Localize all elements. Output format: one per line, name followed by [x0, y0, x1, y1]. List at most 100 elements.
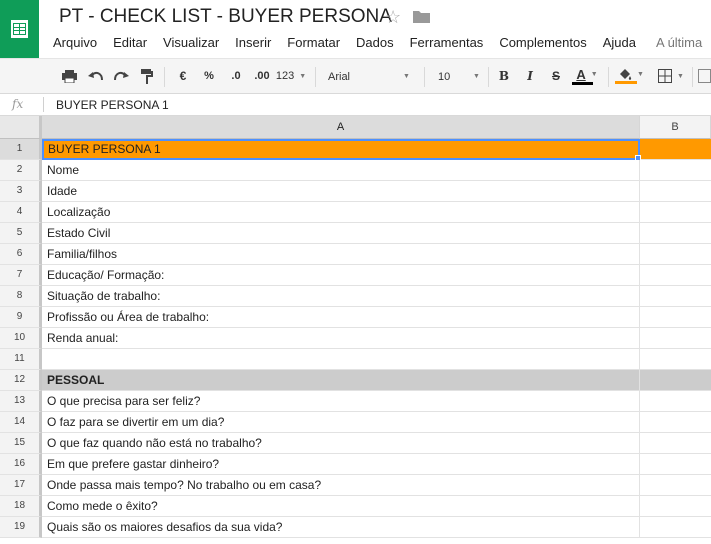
- menu-visualizar[interactable]: Visualizar: [161, 35, 221, 50]
- folder-icon[interactable]: [413, 10, 430, 28]
- menu-dados[interactable]: Dados: [354, 35, 396, 50]
- more-formats-dropdown[interactable]: 123 ▼: [276, 66, 306, 86]
- cell-a[interactable]: Idade: [42, 181, 640, 202]
- menu-ajuda[interactable]: Ajuda: [601, 35, 638, 50]
- table-row: 2 Nome: [0, 160, 711, 181]
- menu-editar[interactable]: Editar: [111, 35, 149, 50]
- column-header-a[interactable]: A: [42, 116, 640, 139]
- row-header[interactable]: 16: [0, 454, 42, 475]
- row-header[interactable]: 3: [0, 181, 42, 202]
- cell-b[interactable]: [640, 496, 711, 517]
- toolbar: € % .0 .00 123 ▼ Arial ▼ 10 ▼ B I S A ▼ ▼ ▼: [0, 58, 711, 94]
- decrease-decimals-button[interactable]: .0: [226, 66, 246, 86]
- cell-a[interactable]: Renda anual:: [42, 328, 640, 349]
- cell-a[interactable]: Estado Civil: [42, 223, 640, 244]
- row-header[interactable]: 19: [0, 517, 42, 538]
- cell-a[interactable]: PESSOAL: [42, 370, 640, 391]
- row-header[interactable]: 13: [0, 391, 42, 412]
- menu-inserir[interactable]: Inserir: [233, 35, 273, 50]
- cell-b[interactable]: [640, 307, 711, 328]
- cell-b[interactable]: [640, 202, 711, 223]
- row-header[interactable]: 6: [0, 244, 42, 265]
- text-color-button[interactable]: A ▼: [570, 66, 604, 86]
- menu-ferramentas[interactable]: Ferramentas: [408, 35, 486, 50]
- row-header[interactable]: 1: [0, 139, 42, 160]
- menu-arquivo[interactable]: Arquivo: [51, 35, 99, 50]
- cell-a[interactable]: O que precisa para ser feliz?: [42, 391, 640, 412]
- row-header[interactable]: 12: [0, 370, 42, 391]
- cell-b[interactable]: [640, 349, 711, 370]
- font-size-dropdown[interactable]: 10 ▼: [438, 66, 480, 87]
- redo-icon[interactable]: [111, 66, 131, 86]
- cell-a[interactable]: Onde passa mais tempo? No trabalho ou em…: [42, 475, 640, 496]
- cell-b[interactable]: [640, 412, 711, 433]
- cell-a[interactable]: Quais são os maiores desafios da sua vid…: [42, 517, 640, 538]
- increase-decimals-button[interactable]: .00: [251, 66, 273, 86]
- cell-a[interactable]: Situação de trabalho:: [42, 286, 640, 307]
- row-header[interactable]: 4: [0, 202, 42, 223]
- table-row: 5 Estado Civil: [0, 223, 711, 244]
- star-icon[interactable]: ☆: [385, 7, 401, 28]
- cell-a[interactable]: Localização: [42, 202, 640, 223]
- cell-b[interactable]: [640, 160, 711, 181]
- last-edit-link[interactable]: A última: [654, 35, 704, 50]
- row-header[interactable]: 18: [0, 496, 42, 517]
- cell-a[interactable]: BUYER PERSONA 1: [42, 139, 640, 160]
- row-header[interactable]: 5: [0, 223, 42, 244]
- row-header[interactable]: 9: [0, 307, 42, 328]
- row-header[interactable]: 15: [0, 433, 42, 454]
- cell-a[interactable]: O que faz quando não está no trabalho?: [42, 433, 640, 454]
- undo-icon[interactable]: [85, 66, 105, 86]
- row-header[interactable]: 14: [0, 412, 42, 433]
- menu-formatar[interactable]: Formatar: [285, 35, 342, 50]
- row-header[interactable]: 17: [0, 475, 42, 496]
- cell-b[interactable]: [640, 370, 711, 391]
- row-header[interactable]: 2: [0, 160, 42, 181]
- cell-b[interactable]: [640, 223, 711, 244]
- cell-b[interactable]: [640, 454, 711, 475]
- cell-a[interactable]: Em que prefere gastar dinheiro?: [42, 454, 640, 475]
- menu-complementos[interactable]: Complementos: [497, 35, 588, 50]
- cell-a[interactable]: Nome: [42, 160, 640, 181]
- strikethrough-button[interactable]: S: [547, 66, 565, 86]
- row-header[interactable]: 7: [0, 265, 42, 286]
- font-family-dropdown[interactable]: Arial ▼: [328, 66, 412, 87]
- bold-button[interactable]: B: [495, 66, 513, 86]
- toolbar-divider: [692, 67, 693, 87]
- cell-b[interactable]: [640, 181, 711, 202]
- currency-format-button[interactable]: €: [174, 66, 192, 86]
- row-header[interactable]: 11: [0, 349, 42, 370]
- cell-a[interactable]: O faz para se divertir em um dia?: [42, 412, 640, 433]
- merge-cells-icon[interactable]: [698, 66, 711, 86]
- cell-a[interactable]: Como mede o êxito?: [42, 496, 640, 517]
- toolbar-divider: [424, 67, 425, 87]
- row-header[interactable]: 10: [0, 328, 42, 349]
- cell-a[interactable]: Profissão ou Área de trabalho:: [42, 307, 640, 328]
- formula-input[interactable]: BUYER PERSONA 1: [56, 98, 169, 112]
- fill-color-button[interactable]: ▼: [614, 66, 648, 86]
- italic-button[interactable]: I: [521, 66, 539, 86]
- sheets-logo-icon[interactable]: [0, 0, 39, 58]
- borders-button[interactable]: ▼: [654, 66, 688, 86]
- chevron-down-icon: ▼: [590, 71, 598, 78]
- cell-b[interactable]: [640, 244, 711, 265]
- percent-format-button[interactable]: %: [200, 66, 218, 86]
- cell-a[interactable]: Educação/ Formação:: [42, 265, 640, 286]
- document-title[interactable]: PT - CHECK LIST - BUYER PERSONA: [59, 6, 392, 28]
- print-icon[interactable]: [59, 66, 79, 86]
- cell-b[interactable]: [640, 286, 711, 307]
- cell-a[interactable]: [42, 349, 640, 370]
- cell-b[interactable]: [640, 265, 711, 286]
- paint-format-icon[interactable]: [137, 66, 157, 86]
- cell-b[interactable]: [640, 139, 711, 160]
- cell-b[interactable]: [640, 328, 711, 349]
- table-row: 12 PESSOAL: [0, 370, 711, 391]
- cell-a[interactable]: Familia/filhos: [42, 244, 640, 265]
- row-header[interactable]: 8: [0, 286, 42, 307]
- cell-b[interactable]: [640, 433, 711, 454]
- cell-b[interactable]: [640, 391, 711, 412]
- column-header-b[interactable]: B: [640, 116, 711, 139]
- select-all-corner[interactable]: [0, 116, 42, 139]
- cell-b[interactable]: [640, 475, 711, 496]
- cell-b[interactable]: [640, 517, 711, 538]
